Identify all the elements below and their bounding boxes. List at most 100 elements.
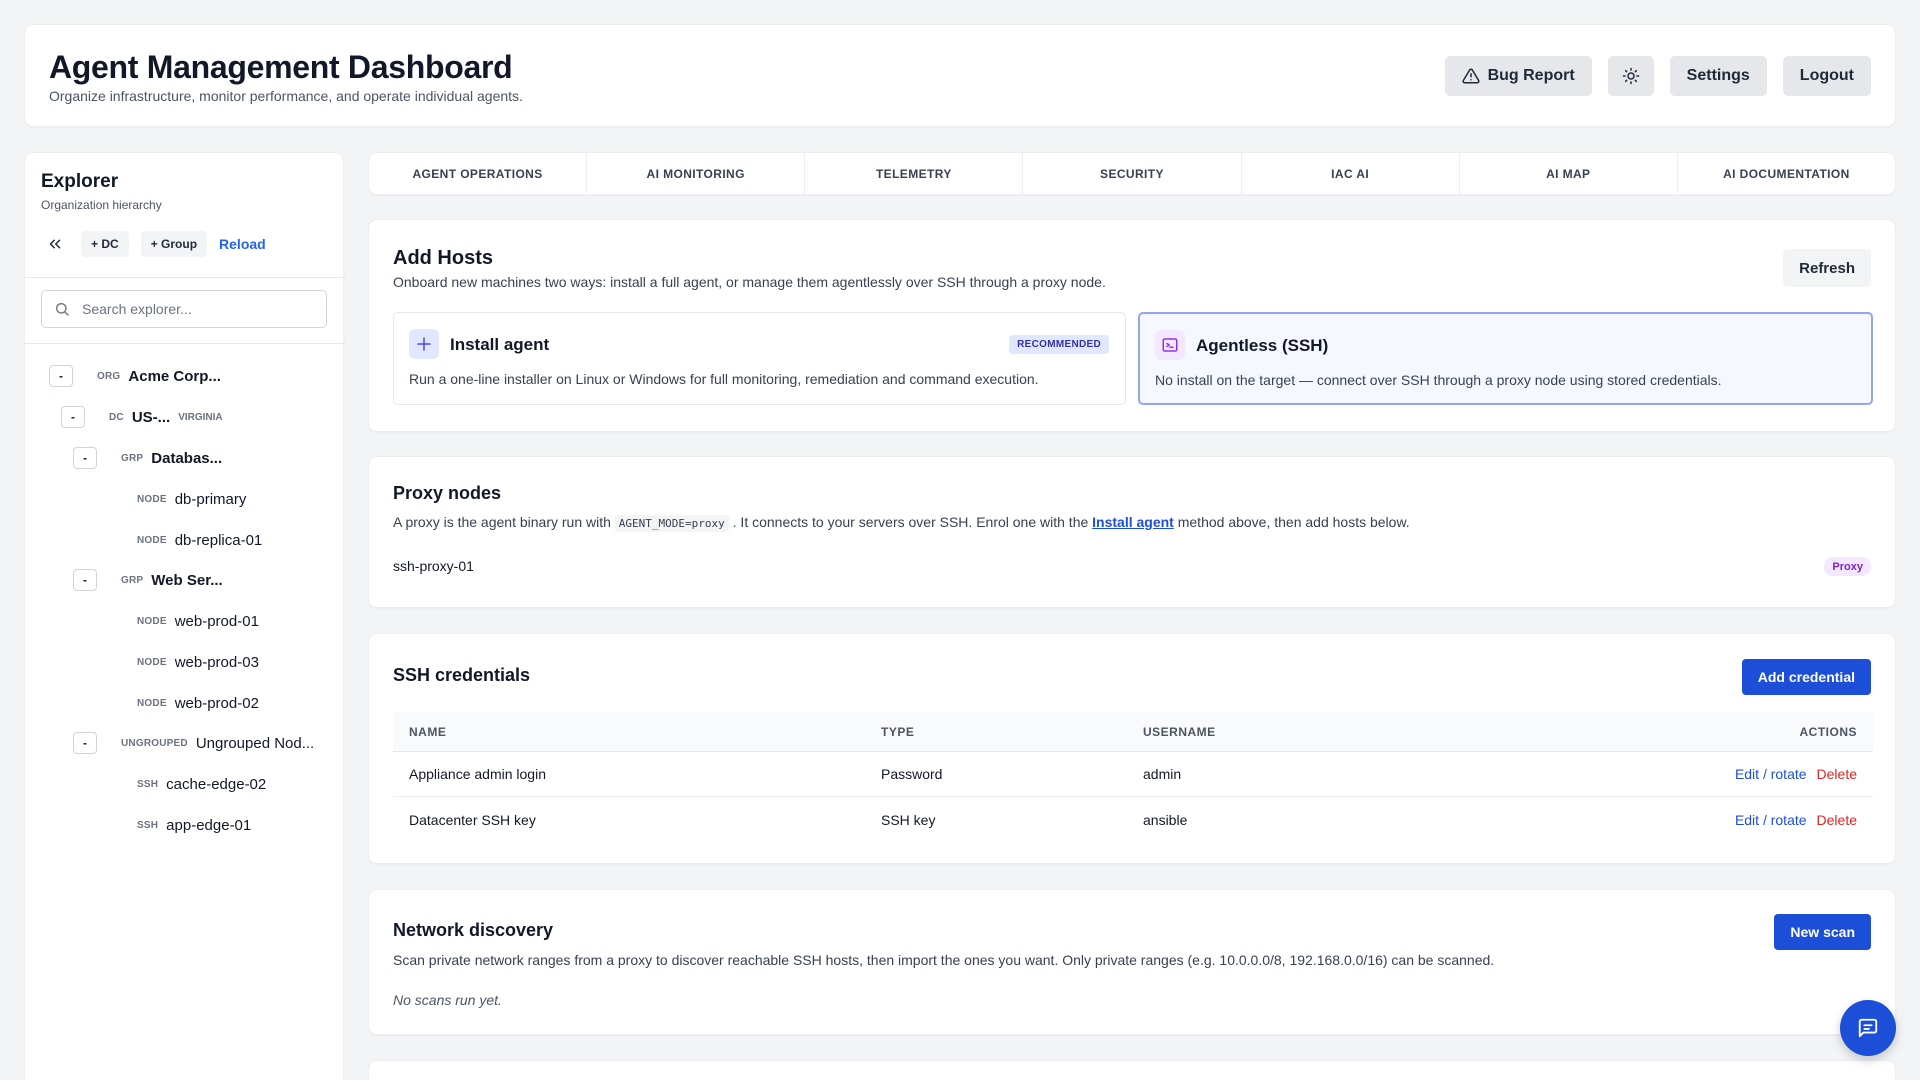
add-hosts-title: Add Hosts — [393, 247, 493, 269]
tree-item-node[interactable]: NODE db-replica-01 — [137, 528, 262, 552]
install-agent-link[interactable]: Install agent — [1092, 514, 1174, 530]
tree-item-node[interactable]: NODE web-prod-03 — [137, 650, 259, 674]
explorer-search[interactable] — [41, 290, 327, 328]
tab-agent-operations[interactable]: AGENT OPERATIONS — [369, 153, 588, 194]
page-header: Agent Management Dashboard Organize infr… — [24, 24, 1896, 127]
edit-rotate-link[interactable]: Edit / rotate — [1735, 766, 1807, 782]
ssh-credentials-table: NAME TYPE USERNAME ACTIONS Appliance adm… — [393, 712, 1873, 842]
tree-tag: ORG — [97, 370, 121, 382]
credential-name: Datacenter SSH key — [409, 811, 536, 828]
tree-item-ssh[interactable]: SSH cache-edge-02 — [137, 772, 266, 796]
tree-toggle[interactable]: - — [73, 732, 97, 754]
tab-ai-documentation[interactable]: AI DOCUMENTATION — [1678, 153, 1895, 194]
delete-link[interactable]: Delete — [1817, 766, 1857, 782]
agentless-title: Agentless (SSH) — [1196, 336, 1329, 355]
tree-tag: GRP — [121, 452, 144, 464]
chat-button[interactable] — [1840, 1000, 1896, 1056]
agentless-ssh-option[interactable]: Agentless (SSH) No install on the target… — [1138, 312, 1873, 405]
tree-item-dc[interactable]: - DC US-... VIRGINIA — [61, 405, 223, 429]
tab-ai-monitoring[interactable]: AI MONITORING — [587, 153, 806, 194]
tree-tag: NODE — [137, 534, 167, 546]
add-credential-button[interactable]: Add credential — [1741, 659, 1871, 695]
tree-label: web-prod-03 — [174, 653, 259, 671]
search-explorer-input[interactable] — [82, 301, 302, 317]
delete-link[interactable]: Delete — [1817, 812, 1857, 828]
add-dc-button[interactable]: + DC — [81, 231, 129, 257]
tree-item-group[interactable]: - GRP Databas... — [73, 446, 222, 470]
reload-link[interactable]: Reload — [219, 236, 266, 252]
proxy-node-name[interactable]: ssh-proxy-01 — [393, 558, 474, 574]
tab-telemetry[interactable]: TELEMETRY — [805, 153, 1024, 194]
proxy-nodes-description: A proxy is the agent binary run with AGE… — [393, 514, 1410, 532]
tab-ai-map[interactable]: AI MAP — [1460, 153, 1678, 194]
add-hosts-section: Add Hosts Onboard new machines two ways:… — [368, 219, 1896, 432]
column-header: ACTIONS — [1799, 724, 1857, 739]
warning-triangle-icon — [1461, 68, 1480, 84]
proxy-mode-code: AGENT_MODE=proxy — [614, 515, 729, 532]
explorer-title: Explorer — [41, 171, 119, 192]
tree-toggle[interactable]: - — [73, 447, 97, 469]
add-hosts-description: Onboard new machines two ways: install a… — [393, 274, 1106, 290]
edit-rotate-link[interactable]: Edit / rotate — [1735, 812, 1807, 828]
divider — [25, 277, 345, 278]
new-scan-button[interactable]: New scan — [1774, 914, 1871, 950]
tree-toggle[interactable]: - — [49, 365, 73, 387]
tree-label: Databas... — [151, 449, 223, 467]
collapse-sidebar-button[interactable] — [41, 230, 69, 258]
proxy-nodes-title: Proxy nodes — [393, 483, 502, 503]
tab-iac-ai[interactable]: IAC AI — [1242, 153, 1460, 194]
theme-toggle-button[interactable] — [1607, 56, 1654, 96]
tree-label: Ungrouped Nod... — [195, 734, 315, 752]
tree-tag: NODE — [137, 697, 167, 709]
tree-item-ssh[interactable]: SSH app-edge-01 — [137, 813, 251, 837]
no-scans-message: No scans run yet. — [393, 992, 502, 1008]
tree-label: Acme Corp... — [128, 367, 221, 385]
table-row: Appliance admin login Password admin Edi… — [393, 752, 1873, 797]
proxy-desc-text: method above, then add hosts below. — [1177, 514, 1410, 530]
bug-report-label: Bug Report — [1487, 67, 1575, 84]
network-discovery-title: Network discovery — [393, 920, 554, 940]
logout-button[interactable]: Logout — [1782, 56, 1871, 96]
plus-icon — [409, 329, 439, 359]
main-tabs: AGENT OPERATIONS AI MONITORING TELEMETRY… — [368, 152, 1896, 195]
install-agent-option[interactable]: Install agent RECOMMENDED Run a one-line… — [393, 312, 1126, 405]
double-chevron-left-icon — [49, 239, 61, 249]
proxy-desc-text: A proxy is the agent binary run with — [393, 514, 611, 530]
add-group-button[interactable]: + Group — [140, 231, 208, 257]
tree-label: Web Ser... — [151, 571, 223, 589]
credential-username: ansible — [1143, 811, 1188, 828]
credential-type: Password — [881, 766, 943, 782]
column-header: USERNAME — [1143, 724, 1216, 739]
next-section — [368, 1060, 1896, 1080]
tree-item-node[interactable]: NODE db-primary — [137, 487, 246, 511]
proxy-desc-text: . It connects to your servers over SSH. … — [732, 514, 1089, 530]
tree-toggle[interactable]: - — [73, 569, 97, 591]
tree-tag: NODE — [137, 615, 167, 627]
tree-toggle[interactable]: - — [61, 406, 85, 428]
search-icon — [56, 303, 69, 316]
tree-label: db-replica-01 — [174, 531, 263, 549]
agentless-description: No install on the target — connect over … — [1155, 372, 1722, 388]
network-discovery-description: Scan private network ranges from a proxy… — [393, 952, 1495, 968]
tree-tag: GRP — [121, 574, 144, 586]
terminal-icon — [1155, 330, 1185, 360]
tree-label: web-prod-01 — [174, 612, 259, 630]
credential-name: Appliance admin login — [409, 766, 546, 782]
tree-item-node[interactable]: NODE web-prod-01 — [137, 609, 259, 633]
tab-security[interactable]: SECURITY — [1023, 153, 1242, 194]
tree-item-node[interactable]: NODE web-prod-02 — [137, 691, 259, 715]
tree-tag: SSH — [137, 778, 159, 790]
tree-label: web-prod-02 — [174, 694, 259, 712]
install-agent-title: Install agent — [450, 335, 550, 354]
ssh-credentials-section: SSH credentials Add credential NAME TYPE… — [368, 633, 1896, 864]
table-row: Datacenter SSH key SSH key ansible Edit … — [393, 797, 1873, 842]
tree-tag: DC — [109, 411, 124, 423]
tree-item-group[interactable]: - GRP Web Ser... — [73, 568, 223, 592]
network-discovery-section: Network discovery New scan Scan private … — [368, 889, 1896, 1035]
tree-item-ungrouped[interactable]: - UNGROUPED Ungrouped Nod... — [73, 731, 314, 755]
tree-item-org[interactable]: - ORG Acme Corp... — [49, 364, 221, 388]
bug-report-button[interactable]: Bug Report — [1444, 56, 1592, 96]
settings-button[interactable]: Settings — [1669, 56, 1767, 96]
refresh-button[interactable]: Refresh — [1783, 249, 1871, 287]
install-agent-description: Run a one-line installer on Linux or Win… — [409, 371, 1039, 387]
